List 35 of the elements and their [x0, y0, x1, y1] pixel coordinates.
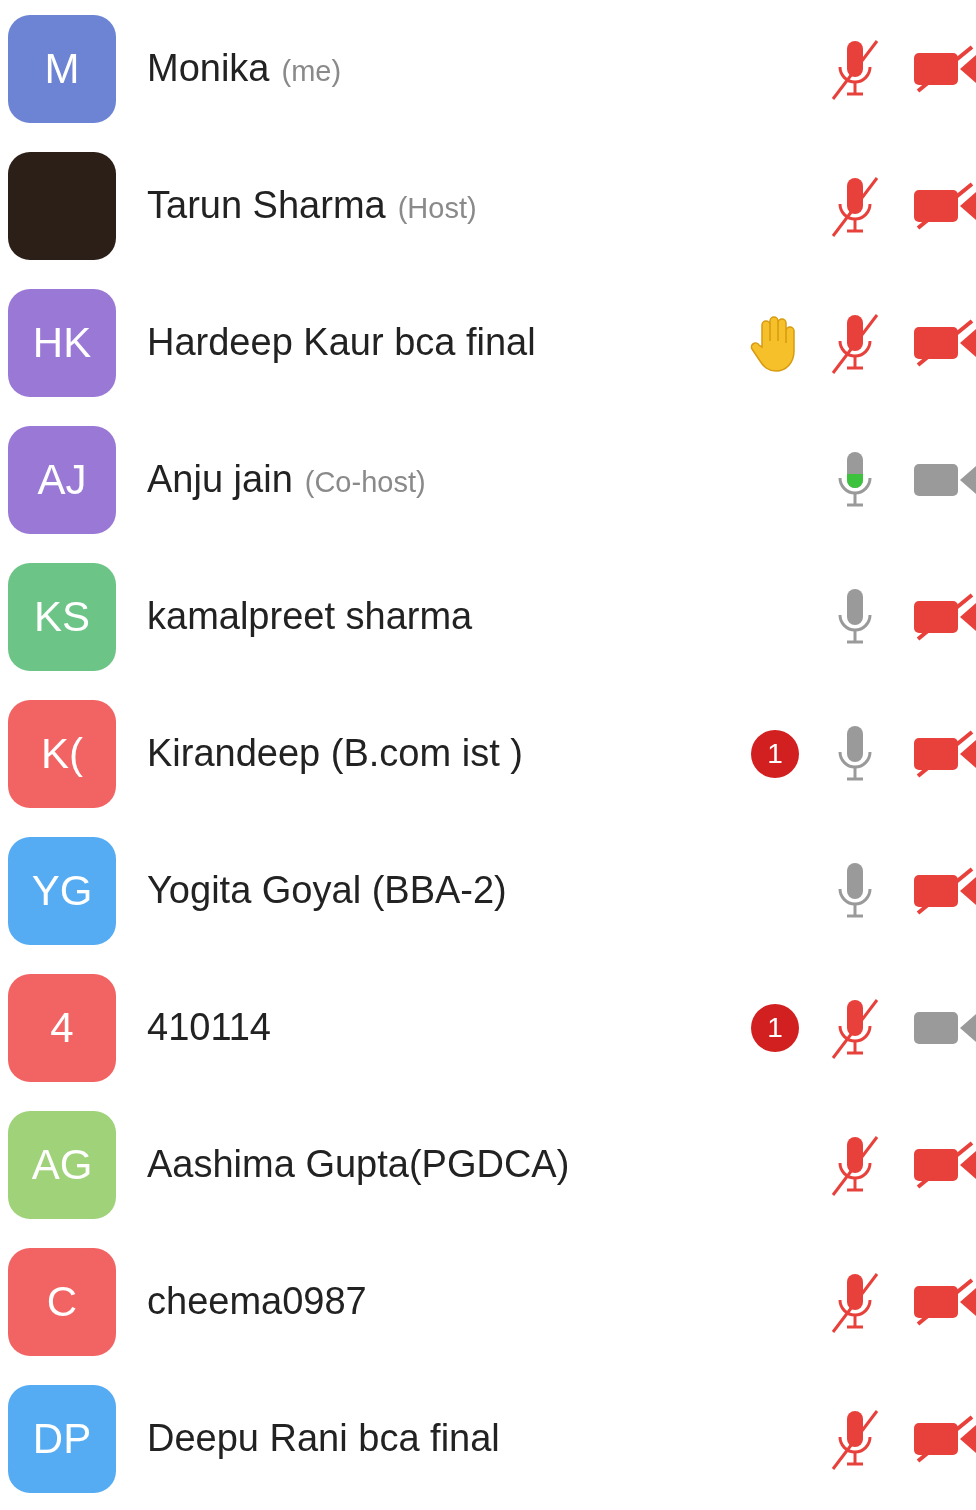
unread-count-badge: 1	[751, 729, 799, 778]
avatar: M	[8, 14, 116, 123]
participant-name: Anju jain	[147, 457, 293, 502]
participant-name: Deepu Rani bca final	[147, 1416, 500, 1461]
participant-name: Aashima Gupta(PGDCA)	[147, 1142, 570, 1187]
video-off-icon[interactable]	[914, 44, 976, 93]
participant-name: Tarun Sharma	[147, 183, 386, 228]
avatar: 4	[8, 973, 116, 1082]
participant-name: kamalpreet sharma	[147, 594, 473, 639]
avatar: AJ	[8, 425, 116, 534]
video-off-icon[interactable]	[914, 1414, 976, 1463]
avatar: K(	[8, 699, 116, 808]
participant-name: cheema0987	[147, 1279, 367, 1324]
participant-name: Kirandeep (B.com ist )	[147, 731, 523, 776]
video-off-icon[interactable]	[914, 592, 976, 641]
avatar: C	[8, 1247, 116, 1356]
video-off-icon[interactable]	[914, 318, 976, 367]
role-label: (Co-host)	[304, 465, 426, 500]
avatar: YG	[8, 836, 116, 945]
role-label: (me)	[281, 54, 342, 89]
participant-name: Yogita Goyal (BBA-2)	[147, 868, 507, 913]
participant-name: Hardeep Kaur bca final	[147, 320, 536, 365]
unread-count-badge: 1	[751, 1003, 799, 1052]
video-off-icon[interactable]	[914, 866, 976, 915]
avatar: HK	[8, 288, 116, 397]
avatar: AG	[8, 1110, 116, 1219]
video-off-icon[interactable]	[914, 729, 976, 778]
participant-name: 410114	[147, 1005, 271, 1050]
video-off-icon[interactable]	[914, 181, 976, 230]
avatar: DP	[8, 1384, 116, 1493]
role-label: (Host)	[397, 191, 477, 226]
avatar: KS	[8, 562, 116, 671]
participant-name: Monika	[147, 46, 270, 91]
video-off-icon[interactable]	[914, 1277, 976, 1326]
video-off-icon[interactable]	[914, 1140, 976, 1189]
